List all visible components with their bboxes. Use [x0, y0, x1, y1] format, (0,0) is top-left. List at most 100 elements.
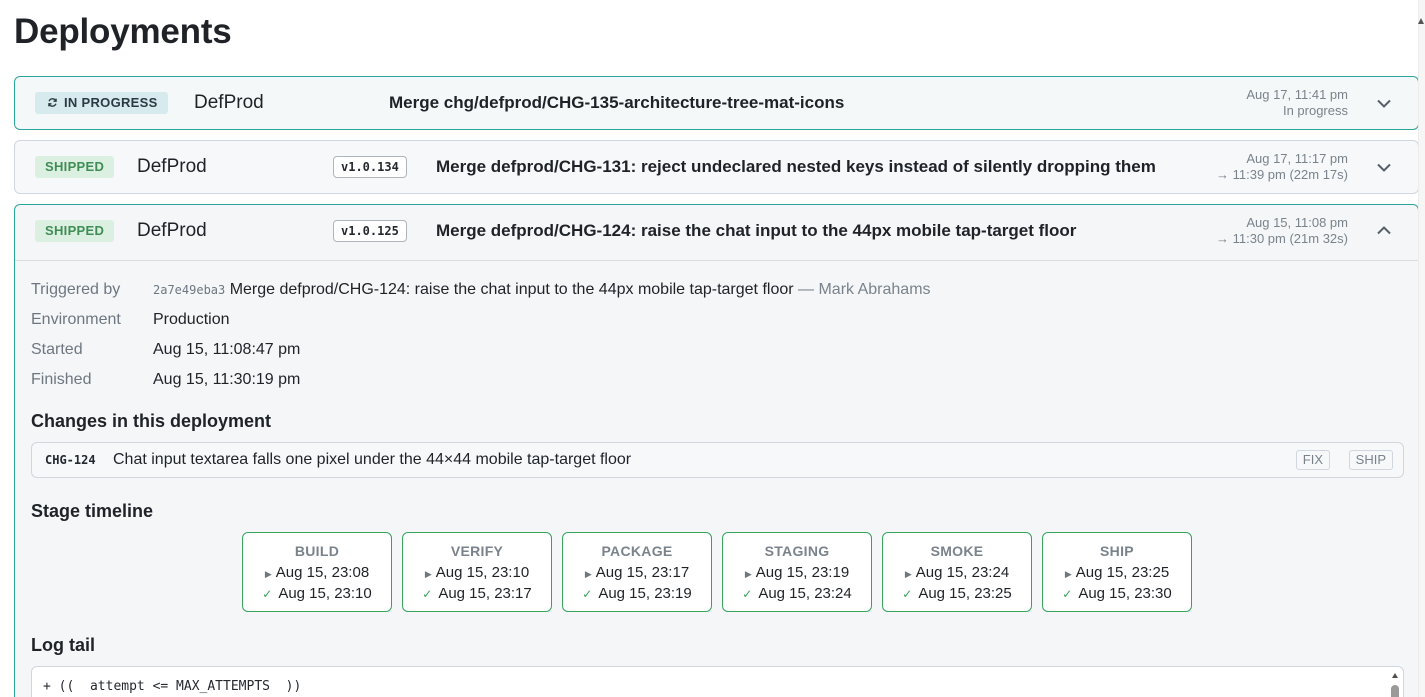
- deployment-message: Merge chg/defprod/CHG-135-architecture-t…: [389, 93, 845, 112]
- change-id[interactable]: CHG-124: [45, 453, 96, 467]
- stage-verify[interactable]: VERIFY ▶ Aug 15, 23:10 ✓ Aug 15, 23:17: [402, 532, 552, 612]
- deployment-details: Triggered by 2a7e49eba3 Merge defprod/CH…: [15, 260, 1418, 697]
- chevron-down-icon[interactable]: [1376, 95, 1392, 111]
- stage-start: ▶ Aug 15, 23:25: [1043, 564, 1191, 581]
- stage-end-time: Aug 15, 23:30: [1078, 585, 1172, 602]
- project-name: DefProd: [194, 92, 264, 113]
- deployment-header[interactable]: SHIPPED DefProd v1.0.125 Merge defprod/C…: [15, 205, 1418, 257]
- stage-start-time: Aug 15, 23:19: [755, 564, 850, 581]
- stage-timeline: BUILD ▶ Aug 15, 23:08 ✓ Aug 15, 23:10 VERI…: [15, 532, 1418, 612]
- status-label: IN PROGRESS: [64, 95, 158, 110]
- change-item[interactable]: CHG-124 Chat input textarea falls one pi…: [31, 442, 1404, 478]
- deployment-message: Merge defprod/CHG-124: raise the chat in…: [436, 221, 1077, 240]
- stage-start: ▶ Aug 15, 23:17: [563, 564, 711, 581]
- started-value: Aug 15, 11:08:47 pm: [153, 341, 301, 358]
- commit-message: Merge defprod/CHG-124: raise the chat in…: [229, 281, 794, 298]
- deployment-header[interactable]: SHIPPED DefProd v1.0.134 Merge defprod/C…: [15, 141, 1418, 193]
- stage-end-time: Aug 15, 23:19: [598, 585, 692, 602]
- stage-start: ▶ Aug 15, 23:08: [243, 564, 391, 581]
- play-icon: ▶: [904, 569, 912, 579]
- status-badge-shipped: SHIPPED: [35, 220, 115, 242]
- scroll-thumb[interactable]: [1391, 685, 1399, 697]
- stage-end-time: Aug 15, 23:25: [918, 585, 1012, 602]
- play-icon: ▶: [584, 569, 592, 579]
- commit-sha[interactable]: 2a7e49eba3: [153, 283, 225, 297]
- check-icon: ✓: [742, 587, 753, 601]
- time-finished: → 11:30 pm (21m 32s): [1216, 231, 1348, 246]
- scroll-up-icon[interactable]: [1418, 18, 1424, 24]
- stage-start-time: Aug 15, 23:08: [275, 564, 370, 581]
- check-icon: ✓: [902, 587, 913, 601]
- check-icon: ✓: [582, 587, 593, 601]
- play-icon: ▶: [424, 569, 432, 579]
- deployment-message: Merge defprod/CHG-131: reject undeclared…: [436, 157, 1156, 176]
- stage-start-time: Aug 15, 23:25: [1075, 564, 1170, 581]
- stage-staging[interactable]: STAGING ▶ Aug 15, 23:19 ✓ Aug 15, 23:24: [722, 532, 872, 612]
- check-icon: ✓: [262, 587, 273, 601]
- stage-start: ▶ Aug 15, 23:10: [403, 564, 551, 581]
- chevron-up-icon[interactable]: [1376, 223, 1392, 239]
- log-tail-heading: Log tail: [31, 635, 95, 655]
- stage-end-time: Aug 15, 23:10: [278, 585, 372, 602]
- stage-end: ✓ Aug 15, 23:17: [403, 585, 551, 602]
- detail-label: Environment: [31, 311, 121, 328]
- deployment-time: Aug 15, 11:08 pm → 11:30 pm (21m 32s): [1216, 215, 1348, 247]
- time-status: In progress: [1282, 103, 1348, 118]
- scroll-up-icon[interactable]: [1392, 673, 1398, 678]
- log-scrollbar[interactable]: [1391, 673, 1399, 697]
- detail-label: Finished: [31, 371, 92, 388]
- project-name: DefProd: [137, 156, 207, 177]
- deployments-page: Deployments IN PROGRESS DefProd Merge ch…: [0, 0, 1425, 697]
- time-started: Aug 17, 11:41 pm: [1246, 87, 1348, 102]
- check-icon: ✓: [422, 587, 433, 601]
- stage-end: ✓ Aug 15, 23:25: [883, 585, 1031, 602]
- stage-end: ✓ Aug 15, 23:10: [243, 585, 391, 602]
- status-badge-shipped: SHIPPED: [35, 156, 115, 178]
- stage-ship[interactable]: SHIP ▶ Aug 15, 23:25 ✓ Aug 15, 23:30: [1042, 532, 1192, 612]
- version-tag: v1.0.134: [333, 156, 407, 178]
- detail-label: Started: [31, 341, 83, 358]
- stage-smoke[interactable]: SMOKE ▶ Aug 15, 23:24 ✓ Aug 15, 23:25: [882, 532, 1032, 612]
- commit-info: 2a7e49eba3 Merge defprod/CHG-124: raise …: [153, 280, 931, 300]
- deployment-header[interactable]: IN PROGRESS DefProd Merge chg/defprod/CH…: [15, 77, 1418, 129]
- stage-start-time: Aug 15, 23:17: [595, 564, 690, 581]
- time-finished: → 11:39 pm (22m 17s): [1216, 167, 1348, 182]
- page-title: Deployments: [14, 12, 232, 51]
- stage-start-time: Aug 15, 23:10: [435, 564, 530, 581]
- chevron-down-icon[interactable]: [1376, 159, 1392, 175]
- log-line: + (( attempt <= MAX_ATTEMPTS )): [43, 679, 302, 694]
- changes-heading: Changes in this deployment: [31, 411, 272, 431]
- stage-end: ✓ Aug 15, 23:19: [563, 585, 711, 602]
- stage-timeline-heading: Stage timeline: [31, 501, 154, 521]
- deployment-card[interactable]: IN PROGRESS DefProd Merge chg/defprod/CH…: [14, 76, 1419, 130]
- play-icon: ▶: [264, 569, 272, 579]
- stage-name: SHIP: [1100, 543, 1134, 559]
- deployment-card-expanded[interactable]: SHIPPED DefProd v1.0.125 Merge defprod/C…: [14, 204, 1419, 697]
- deployment-card[interactable]: SHIPPED DefProd v1.0.134 Merge defprod/C…: [14, 140, 1419, 194]
- check-icon: ✓: [1062, 587, 1073, 601]
- stage-name: BUILD: [294, 543, 340, 559]
- refresh-icon: [48, 98, 57, 107]
- stage-end: ✓ Aug 15, 23:24: [723, 585, 871, 602]
- project-name: DefProd: [137, 220, 207, 241]
- stage-name: PACKAGE: [601, 543, 673, 559]
- stage-package[interactable]: PACKAGE ▶ Aug 15, 23:17 ✓ Aug 15, 23:19: [562, 532, 712, 612]
- stage-name: VERIFY: [450, 543, 504, 559]
- page-scrollbar[interactable]: [1418, 0, 1425, 697]
- finished-value: Aug 15, 11:30:19 pm: [153, 371, 301, 388]
- time-started: Aug 17, 11:17 pm: [1246, 151, 1348, 166]
- stage-build[interactable]: BUILD ▶ Aug 15, 23:08 ✓ Aug 15, 23:10: [242, 532, 392, 612]
- play-icon: ▶: [744, 569, 752, 579]
- time-started: Aug 15, 11:08 pm: [1246, 215, 1348, 230]
- log-tail[interactable]: + (( attempt <= MAX_ATTEMPTS )): [31, 666, 1404, 697]
- stage-end: ✓ Aug 15, 23:30: [1043, 585, 1191, 602]
- environment-value: Production: [153, 311, 230, 328]
- commit-author: — Mark Abrahams: [798, 281, 931, 298]
- tag-ship: SHIP: [1348, 450, 1393, 470]
- stage-name: SMOKE: [930, 543, 984, 559]
- deployment-time: Aug 17, 11:17 pm → 11:39 pm (22m 17s): [1216, 151, 1348, 183]
- status-badge-in-progress: IN PROGRESS: [35, 92, 168, 114]
- stage-start: ▶ Aug 15, 23:19: [723, 564, 871, 581]
- play-icon: ▶: [1064, 569, 1072, 579]
- version-tag: v1.0.125: [333, 220, 407, 242]
